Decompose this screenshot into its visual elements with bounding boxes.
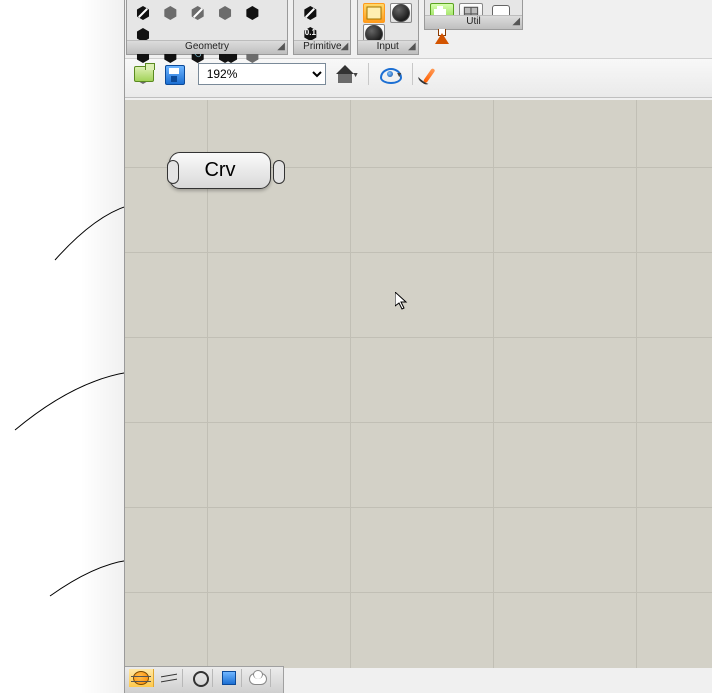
ribbon-group-geometry: Geometry◢ xyxy=(126,0,288,55)
expand-icon[interactable]: ◢ xyxy=(408,41,416,53)
zoom-extents-button[interactable]: ▼ xyxy=(333,62,359,86)
param-number-icon[interactable] xyxy=(299,3,321,23)
expand-icon[interactable]: ◢ xyxy=(341,41,349,53)
ring-icon xyxy=(193,671,209,687)
ribbon-group-label[interactable]: Util◢ xyxy=(425,15,522,29)
status-autosave-button[interactable] xyxy=(217,669,242,687)
input-slider-icon[interactable] xyxy=(390,3,412,23)
input-grip[interactable] xyxy=(162,160,172,182)
component-curve-param[interactable]: Crv xyxy=(169,152,271,189)
wire-icon xyxy=(161,672,177,682)
ribbon-group-label[interactable]: Geometry◢ xyxy=(127,40,287,54)
status-bug-button[interactable] xyxy=(129,669,154,687)
chevron-down-icon[interactable]: ▼ xyxy=(396,72,403,79)
param-line-icon[interactable] xyxy=(132,3,154,23)
expand-icon[interactable]: ◢ xyxy=(512,16,520,28)
expand-icon[interactable]: ◢ xyxy=(277,41,285,53)
ribbon: Geometry◢ 0.1 Primitive◢ xyxy=(125,0,712,58)
save-button[interactable] xyxy=(162,62,188,86)
param-brep-icon[interactable] xyxy=(214,3,236,23)
separator xyxy=(412,63,413,85)
bug-icon xyxy=(133,671,149,685)
ribbon-group-label[interactable]: Primitive◢ xyxy=(294,40,350,54)
sketch-button[interactable] xyxy=(420,62,446,86)
status-ring-button[interactable] xyxy=(188,669,213,687)
grasshopper-window: Geometry◢ 0.1 Primitive◢ xyxy=(124,0,712,693)
ribbon-group-input: Input◢ xyxy=(357,0,419,55)
ribbon-group-util: Util◢ xyxy=(424,0,523,30)
cloud-icon xyxy=(249,673,267,685)
param-circle-icon[interactable] xyxy=(159,3,181,23)
canvas[interactable]: Crv xyxy=(125,100,712,668)
param-mesh-icon[interactable] xyxy=(241,3,263,23)
separator xyxy=(368,63,369,85)
ribbon-group-primitive: 0.1 Primitive◢ xyxy=(293,0,351,55)
status-bar xyxy=(125,666,284,693)
component-label: Crv xyxy=(204,159,235,181)
status-cloud-button[interactable] xyxy=(246,669,271,687)
output-grip[interactable] xyxy=(268,160,278,182)
status-wire-button[interactable] xyxy=(158,669,183,687)
preview-button[interactable]: ▼ xyxy=(377,62,403,86)
param-plane-icon[interactable] xyxy=(187,3,209,23)
open-button[interactable] xyxy=(131,62,157,86)
chevron-down-icon[interactable]: ▼ xyxy=(352,72,359,79)
util-galapagos-icon[interactable] xyxy=(430,27,454,49)
save-icon xyxy=(222,671,236,685)
ribbon-group-label[interactable]: Input◢ xyxy=(358,40,418,54)
input-panel-icon[interactable] xyxy=(363,3,385,23)
